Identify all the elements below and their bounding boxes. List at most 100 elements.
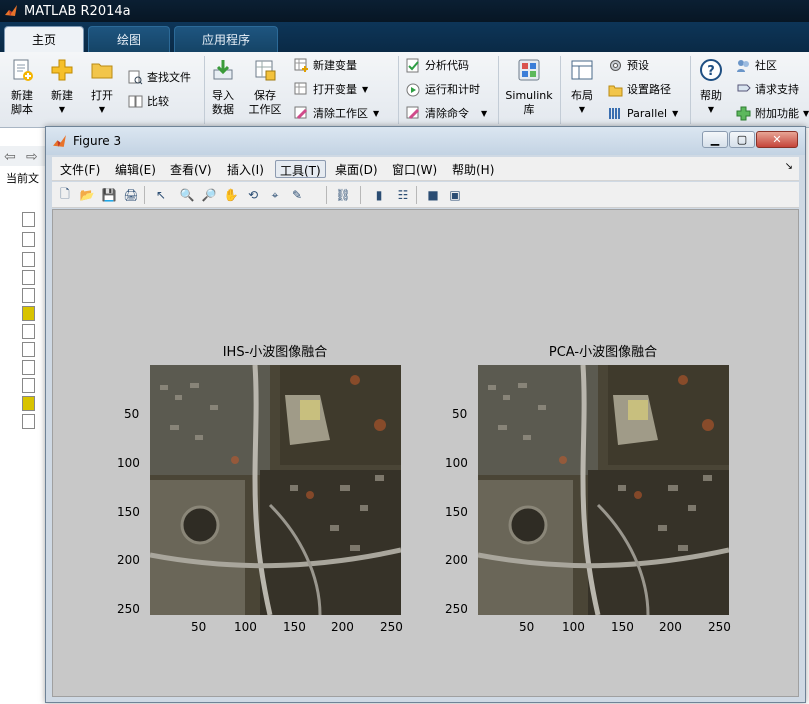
menu-insert[interactable]: 插入(I) — [223, 160, 268, 178]
x-tick-label: 150 — [283, 620, 306, 634]
figure-toolbar: 🗋 📂 💾 🖨 ↖ 🔍 🔎 ✋ ⟲ ⌖ ✎ ⛓ ▮ ☷ ■ ▣ — [52, 182, 799, 208]
file-icon[interactable] — [22, 270, 35, 285]
new-script-button[interactable]: 新建 脚本 — [6, 58, 38, 117]
new-variable-button[interactable]: 新建变量 — [294, 56, 357, 74]
x-tick-label: 150 — [611, 620, 634, 634]
file-icon[interactable] — [22, 414, 35, 429]
y-tick-label: 200 — [117, 553, 140, 567]
zoom-in-icon[interactable]: 🔍 — [178, 186, 196, 204]
file-icon[interactable] — [22, 288, 35, 303]
folder-icon — [91, 63, 113, 79]
layout-button[interactable]: 布局 ▼ — [566, 58, 598, 117]
menu-view[interactable]: 查看(V) — [166, 160, 216, 178]
add-ons-button[interactable]: 附加功能 ▼ — [736, 104, 809, 122]
set-path-button[interactable]: 设置路径 — [608, 80, 671, 98]
y-tick-label: 250 — [445, 602, 468, 616]
file-icon[interactable] — [22, 252, 35, 267]
back-arrow-icon[interactable]: ⇦ — [4, 149, 16, 165]
community-button[interactable]: 社区 — [736, 56, 777, 74]
zoom-out-icon[interactable]: 🔎 — [200, 186, 218, 204]
analyze-code-button[interactable]: 分析代码 — [406, 56, 469, 74]
save-icon[interactable]: 💾 — [100, 186, 118, 204]
axes-1-image[interactable] — [150, 365, 401, 615]
menu-edit[interactable]: 编辑(E) — [111, 160, 160, 178]
link-plot-icon[interactable]: ⛓ — [334, 186, 352, 204]
toolbar-separator — [144, 186, 145, 204]
help-button[interactable]: ? 帮助 ▼ — [696, 58, 726, 117]
file-icon[interactable] — [22, 324, 35, 339]
tab-apps[interactable]: 应用程序 — [174, 26, 278, 52]
ribbon-divider — [398, 56, 399, 124]
menu-file[interactable]: 文件(F) — [56, 160, 104, 178]
clear-commands-button[interactable]: 清除命令 ▼ — [406, 104, 487, 122]
ribbon-tab-bar: 主页 绘图 应用程序 — [0, 22, 809, 52]
x-tick-label: 200 — [659, 620, 682, 634]
open-button[interactable]: 打开 ▼ — [86, 58, 118, 117]
find-files-icon — [128, 70, 143, 84]
axes-2-title: PCA-小波图像融合 — [548, 345, 658, 360]
legend-icon[interactable]: ☷ — [394, 186, 412, 204]
maximize-icon: ▢ — [736, 133, 748, 146]
colorbar-icon[interactable]: ▮ — [370, 186, 388, 204]
forward-arrow-icon[interactable]: ⇨ — [26, 149, 38, 165]
file-icon[interactable] — [22, 360, 35, 375]
menu-help[interactable]: 帮助(H) — [448, 160, 498, 178]
data-cursor-icon[interactable]: ⌖ — [266, 186, 284, 204]
open-file-icon[interactable]: 📂 — [78, 186, 96, 204]
x-tick-label: 250 — [708, 620, 731, 634]
analyze-code-label: 分析代码 — [425, 59, 469, 72]
help-label: 帮助 — [700, 89, 722, 102]
file-icon[interactable] — [22, 396, 35, 411]
community-label: 社区 — [755, 59, 777, 72]
open-label: 打开 — [91, 89, 113, 102]
clear-commands-dropdown-icon: ▼ — [481, 108, 488, 118]
new-variable-label: 新建变量 — [313, 59, 357, 72]
axes-2-image[interactable] — [478, 365, 729, 615]
parallel-button[interactable]: Parallel ▼ — [608, 104, 678, 122]
figure-canvas: IHS-小波图像融合 50 100 150 200 250 50 100 150… — [52, 209, 799, 697]
save-workspace-button[interactable]: 保存 工作区 — [246, 58, 284, 117]
select-arrow-icon[interactable]: ↖ — [152, 186, 170, 204]
dock-arrow-icon[interactable]: ↘ — [785, 161, 793, 172]
menu-tools[interactable]: 工具(T) — [275, 160, 326, 178]
print-icon[interactable]: 🖨 — [122, 186, 140, 204]
file-icon[interactable] — [22, 212, 35, 227]
tab-home[interactable]: 主页 — [4, 26, 84, 52]
hide-plot-tools-icon[interactable]: ■ — [424, 186, 442, 204]
show-plot-tools-icon[interactable]: ▣ — [446, 186, 464, 204]
pan-hand-icon[interactable]: ✋ — [222, 186, 240, 204]
import-data-button[interactable]: 导入 数据 — [208, 58, 238, 117]
minimize-button[interactable]: ▁ — [702, 131, 728, 148]
compare-button[interactable]: 比较 — [128, 92, 169, 110]
y-tick-label: 100 — [445, 456, 468, 470]
menu-desktop[interactable]: 桌面(D) — [331, 160, 382, 178]
menu-window[interactable]: 窗口(W) — [388, 160, 441, 178]
y-tick-label: 200 — [445, 553, 468, 567]
y-tick-label: 50 — [124, 407, 140, 421]
tab-plots[interactable]: 绘图 — [88, 26, 170, 52]
file-icon[interactable] — [22, 378, 35, 393]
rotate-3d-icon[interactable]: ⟲ — [244, 186, 262, 204]
open-variable-icon — [294, 82, 307, 94]
maximize-button[interactable]: ▢ — [729, 131, 755, 148]
new-figure-icon[interactable]: 🗋 — [56, 186, 74, 204]
file-icon[interactable] — [22, 306, 35, 321]
new-button[interactable]: 新建 ▼ — [46, 58, 78, 117]
file-icon[interactable] — [22, 342, 35, 357]
preferences-button[interactable]: 预设 — [608, 56, 649, 74]
run-and-time-button[interactable]: 运行和计时 — [406, 80, 480, 98]
toolbar-separator — [326, 186, 327, 204]
import-data-icon — [213, 60, 233, 80]
parallel-icon — [609, 107, 620, 119]
close-button[interactable]: ✕ — [756, 131, 798, 148]
request-support-button[interactable]: 请求支持 — [736, 80, 799, 98]
clear-workspace-button[interactable]: 清除工作区 ▼ — [294, 104, 379, 122]
clear-workspace-icon — [294, 106, 308, 119]
simulink-library-button[interactable]: Simulink 库 — [504, 58, 554, 117]
file-icon[interactable] — [22, 232, 35, 247]
find-files-button[interactable]: 查找文件 — [128, 68, 191, 86]
new-script-icon — [13, 59, 33, 81]
open-variable-button[interactable]: 打开变量 ▼ — [294, 80, 368, 98]
y-tick-label: 250 — [117, 602, 140, 616]
brush-icon[interactable]: ✎ — [288, 186, 306, 204]
